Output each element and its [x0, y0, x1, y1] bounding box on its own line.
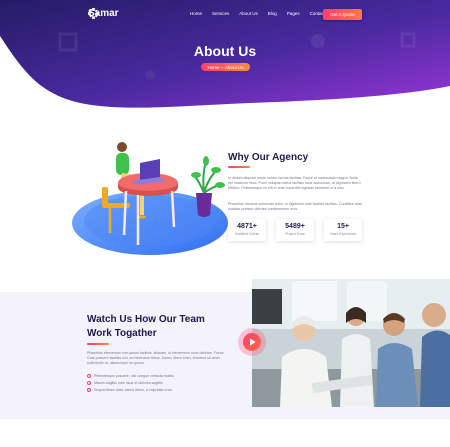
video-heading-line-2: Work Togather [87, 328, 157, 339]
nav-about-us[interactable]: About Us [239, 11, 258, 16]
video-heading-line-1: Watch Us How Our Team [87, 314, 205, 325]
breadcrumb-current: About Us [225, 64, 244, 70]
stat-label: Satisfied Clients [234, 232, 260, 236]
hero-banner: Samar Home Services About Us Blog Pages … [0, 0, 450, 120]
list-item-text: Pellentesque posuere, nisi congue vehicu… [94, 373, 174, 378]
agency-paragraph-2: Phasellus rhoncus commodo dolor, in dign… [228, 202, 363, 212]
get-a-quote-button[interactable]: Get A Quote [323, 9, 362, 20]
heading-underline [87, 343, 109, 345]
play-button-inner [243, 333, 261, 351]
breadcrumb: Home › About Us [201, 63, 250, 71]
nav-home[interactable]: Home [190, 11, 202, 16]
stat-value: 15+ [337, 223, 349, 230]
nav-services[interactable]: Services [212, 11, 229, 16]
agency-illustration [72, 142, 228, 255]
page-title: About Us [193, 43, 257, 59]
stat-value: 4871+ [237, 223, 257, 230]
list-item: Pellentesque posuere, nisi congue vehicu… [87, 372, 174, 379]
stat-years-experience: 15+ Years Experience [324, 219, 362, 241]
feature-list: Pellentesque posuere, nisi congue vehicu… [87, 372, 174, 393]
breadcrumb-home[interactable]: Home [207, 65, 219, 70]
brand-logo[interactable]: Samar [88, 8, 119, 19]
list-item-text: Suspendisse dolor varius libero, a vulpu… [94, 387, 172, 392]
check-circle-icon [87, 380, 91, 385]
agency-heading: Why Our Agency [228, 152, 309, 163]
team-photo [252, 279, 450, 407]
stat-project-done: 5489+ Project Done [276, 219, 314, 241]
stat-label: Years Experience [329, 232, 357, 236]
main-menu: Home Services About Us Blog Pages Contac… [190, 11, 332, 16]
top-navigation: Samar Home Services About Us Blog Pages … [0, 0, 450, 30]
logo-icon [88, 8, 99, 19]
video-heading: Watch Us How Our Team Work Togather [87, 313, 205, 341]
nav-blog[interactable]: Blog [268, 11, 277, 16]
list-item: Suspendisse dolor varius libero, a vulpu… [87, 386, 174, 393]
stat-label: Project Done [285, 232, 305, 236]
stat-value: 5489+ [285, 223, 305, 230]
list-item-text: Mauris sagittis odio risus et ultricies … [94, 380, 163, 385]
breadcrumb-separator: › [221, 64, 224, 70]
play-icon [249, 338, 255, 346]
stat-satisfied-clients: 4871+ Satisfied Clients [228, 219, 266, 241]
video-paragraph: Phasellus elementum non ipsum facilisis,… [87, 351, 225, 366]
check-circle-icon [87, 373, 91, 378]
list-item: Mauris sagittis odio risus et ultricies … [87, 379, 174, 386]
heading-underline [228, 166, 250, 168]
nav-pages[interactable]: Pages [287, 11, 300, 16]
check-circle-icon [87, 387, 91, 392]
agency-paragraph-1: In dictum aliquam turpis ornare lacinia … [228, 176, 361, 191]
play-video-button[interactable] [238, 328, 266, 356]
